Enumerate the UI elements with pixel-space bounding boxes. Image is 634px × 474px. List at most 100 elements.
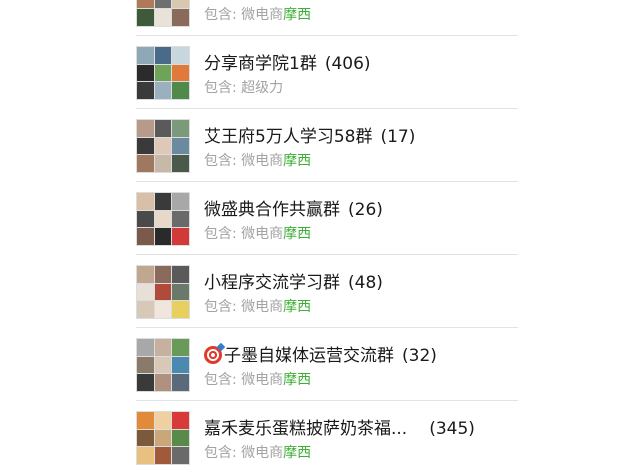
member-thumbnail — [172, 429, 189, 447]
member-thumbnail — [154, 64, 172, 82]
member-thumbnail — [154, 9, 172, 26]
member-thumbnail — [172, 64, 189, 82]
member-thumbnail — [137, 210, 154, 228]
group-name: 微盛典合作共赢群 (26) — [204, 195, 383, 220]
member-thumbnail — [172, 374, 189, 391]
member-thumbnail — [137, 374, 154, 391]
group-result-row[interactable]: 分享商学院1群 (406) 包含: 超级力 — [136, 36, 518, 109]
group-result-row[interactable]: 包含: 微电商摩西 — [136, 0, 518, 36]
member-thumbnail — [172, 447, 189, 464]
group-member-match: 包含: 微电商摩西 — [204, 369, 311, 389]
text-label: 超级力 — [241, 80, 284, 96]
text-label: 微电商 — [241, 226, 284, 242]
member-thumbnail — [154, 228, 172, 245]
group-member-match: 包含: 微电商摩西 — [204, 223, 311, 243]
group-member-match: 包含: 微电商摩西 — [204, 442, 311, 462]
member-thumbnail — [137, 339, 154, 356]
member-count: (406) — [324, 54, 371, 74]
member-thumbnail — [154, 447, 172, 464]
member-thumbnail — [137, 412, 154, 429]
member-thumbnail — [137, 0, 154, 9]
member-thumbnail — [154, 47, 172, 64]
member-count: (48) — [348, 273, 383, 293]
text-label: 包含: — [204, 372, 242, 388]
text-label: 微电商 — [241, 445, 284, 461]
group-name: 艾王府5万人学习58群 (17) — [204, 122, 415, 147]
match-highlight: 摩西 — [283, 445, 312, 461]
text-label: 包含: — [204, 445, 242, 461]
member-count: (26) — [348, 200, 383, 220]
group-name: 小程序交流学习群 (48) — [204, 268, 383, 293]
group-result-row[interactable]: 子墨自媒体运营交流群 (32) 包含: 微电商摩西 — [136, 328, 518, 401]
member-count: (345) — [429, 419, 475, 439]
text-label: 微盛典合作共赢群 — [204, 200, 340, 220]
member-thumbnail — [137, 266, 154, 283]
member-thumbnail — [172, 137, 189, 155]
member-thumbnail — [137, 429, 154, 447]
group-avatar — [136, 411, 190, 465]
group-name: 子墨自媒体运营交流群 (32) — [204, 341, 437, 366]
match-highlight: 摩西 — [283, 226, 312, 242]
group-member-match: 包含: 微电商摩西 — [204, 296, 311, 316]
member-thumbnail — [172, 356, 189, 374]
member-thumbnail — [137, 228, 154, 245]
member-thumbnail — [154, 210, 172, 228]
member-thumbnail — [137, 155, 154, 172]
member-thumbnail — [172, 155, 189, 172]
member-thumbnail — [172, 193, 189, 210]
member-thumbnail — [137, 356, 154, 374]
group-avatar — [136, 192, 190, 246]
group-member-match: 包含: 超级力 — [204, 77, 283, 97]
text-label: 小程序交流学习群 — [204, 273, 340, 293]
member-count: (17) — [380, 127, 416, 147]
member-thumbnail — [172, 82, 189, 99]
member-thumbnail — [172, 9, 189, 26]
member-thumbnail — [137, 301, 154, 318]
text-label: 微电商 — [241, 153, 284, 169]
group-name: 嘉禾麦乐蛋糕披萨奶茶福... (345) — [204, 414, 475, 439]
member-thumbnail — [137, 120, 154, 137]
text-label: 包含: — [204, 7, 242, 23]
text-label: 子墨自媒体运营交流群 — [224, 346, 394, 366]
member-thumbnail — [154, 301, 172, 318]
group-result-row[interactable]: 小程序交流学习群 (48) 包含: 微电商摩西 — [136, 255, 518, 328]
text-label: 分享商学院1群 — [204, 54, 317, 74]
target-emoji-icon — [204, 346, 222, 364]
member-thumbnail — [154, 374, 172, 391]
member-thumbnail — [172, 228, 189, 245]
group-avatar — [136, 0, 190, 27]
member-thumbnail — [154, 412, 172, 429]
member-thumbnail — [172, 47, 189, 64]
member-thumbnail — [154, 193, 172, 210]
member-thumbnail — [154, 429, 172, 447]
match-highlight: 摩西 — [283, 7, 312, 23]
member-thumbnail — [137, 283, 154, 301]
text-label: 包含: — [204, 80, 242, 96]
text-label: 包含: — [204, 299, 242, 315]
group-avatar — [136, 46, 190, 100]
member-thumbnail — [172, 283, 189, 301]
group-result-row[interactable]: 微盛典合作共赢群 (26) 包含: 微电商摩西 — [136, 182, 518, 255]
text-label: 艾王府5万人学习58群 — [204, 127, 373, 147]
member-count: (32) — [402, 346, 437, 366]
member-thumbnail — [172, 339, 189, 356]
text-label: 微电商 — [241, 7, 284, 23]
text-label: 包含: — [204, 226, 242, 242]
member-thumbnail — [154, 155, 172, 172]
group-avatar — [136, 119, 190, 173]
member-thumbnail — [137, 137, 154, 155]
group-result-row[interactable]: 嘉禾麦乐蛋糕披萨奶茶福... (345) 包含: 微电商摩西 — [136, 401, 518, 474]
group-result-row[interactable]: 艾王府5万人学习58群 (17) 包含: 微电商摩西 — [136, 109, 518, 182]
match-highlight: 摩西 — [283, 372, 312, 388]
member-thumbnail — [154, 120, 172, 137]
member-thumbnail — [137, 82, 154, 99]
member-thumbnail — [154, 0, 172, 9]
member-thumbnail — [154, 266, 172, 283]
member-thumbnail — [137, 447, 154, 464]
member-thumbnail — [137, 47, 154, 64]
member-thumbnail — [154, 283, 172, 301]
group-member-match: 包含: 微电商摩西 — [204, 150, 311, 170]
member-thumbnail — [137, 64, 154, 82]
member-thumbnail — [172, 0, 189, 9]
member-thumbnail — [137, 9, 154, 26]
